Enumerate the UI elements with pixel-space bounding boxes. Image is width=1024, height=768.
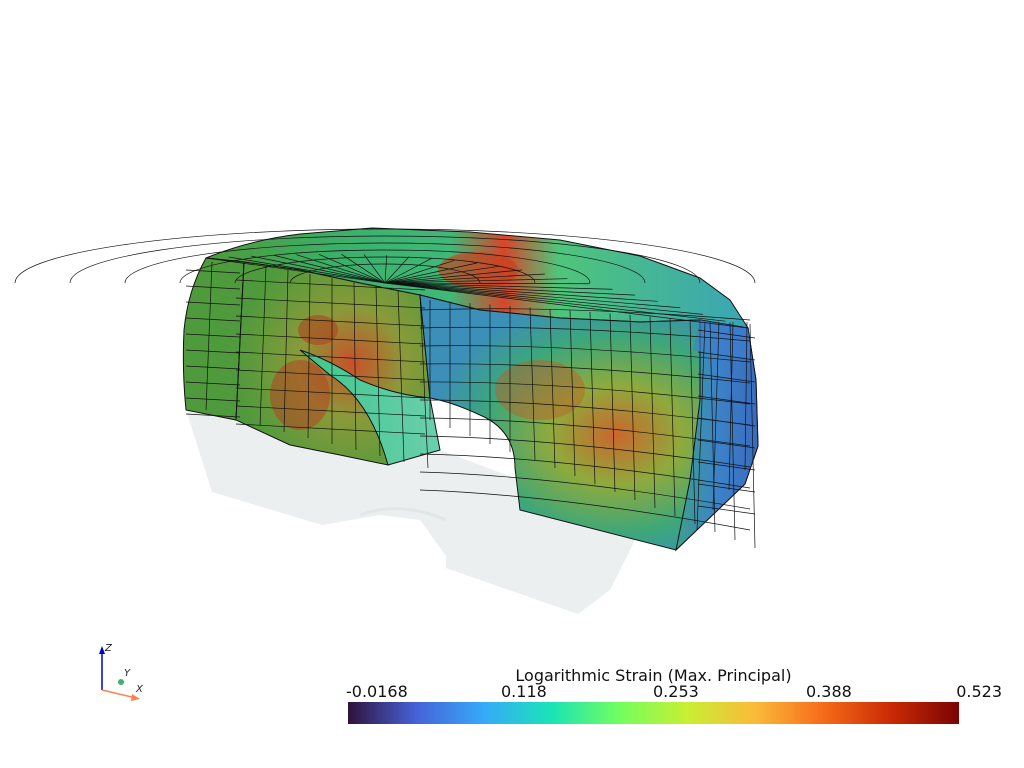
scalar-bar-tick: 0.253 xyxy=(653,682,699,701)
strain-hotspot-left xyxy=(270,360,330,430)
y-axis-label: Y xyxy=(124,668,131,679)
z-axis-label: Z xyxy=(105,643,112,654)
axes-glyph xyxy=(99,646,140,701)
render-viewport[interactable]: Z Y X Logarithmic Strain (Max. Principal… xyxy=(0,0,1024,768)
scalar-bar-tick: 0.388 xyxy=(806,682,852,701)
strain-hotspot-top xyxy=(438,252,518,288)
strain-model[interactable] xyxy=(0,0,1024,768)
scalar-bar-tick: 0.118 xyxy=(501,682,547,701)
orientation-axes: Z Y X xyxy=(92,640,152,710)
scalar-bar-tick: -0.0168 xyxy=(346,682,408,701)
scalar-bar-gradient xyxy=(348,702,959,724)
x-axis-label: X xyxy=(136,684,143,695)
scalar-bar-tick: 0.523 xyxy=(956,682,1002,701)
